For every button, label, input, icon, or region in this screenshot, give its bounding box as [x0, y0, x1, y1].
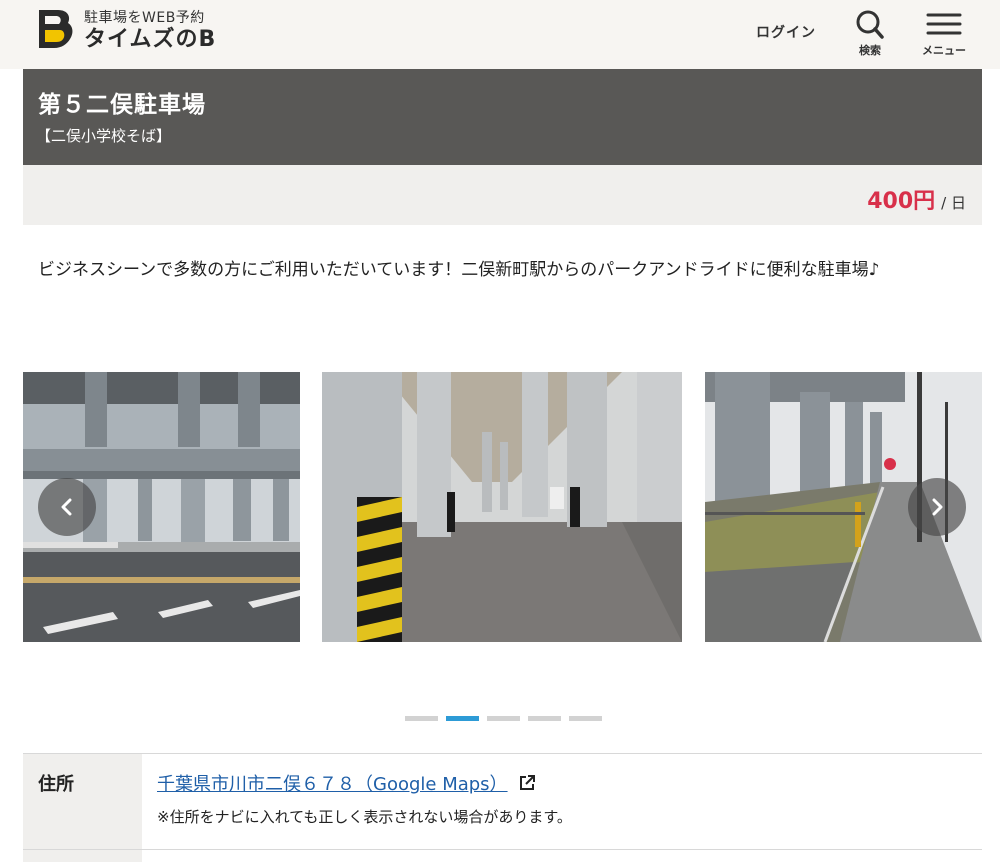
site-header: 駐車場をWEB予約 タイムズのB ログイン 検索 メニュー [0, 0, 1000, 69]
parking-photo-2 [322, 372, 682, 642]
address-map-link[interactable]: 千葉県市川市二俣６７８（Google Maps） [157, 770, 536, 796]
menu-label: メニュー [922, 44, 966, 57]
address-link-text: 千葉県市川市二俣６７８（Google Maps） [157, 774, 508, 795]
chevron-left-icon [61, 498, 72, 516]
search-label: 検索 [859, 44, 881, 57]
parking-title-band: 第５二俣駐車場 【二俣小学校そば】 [23, 69, 982, 165]
menu-button[interactable]: メニュー [914, 8, 974, 62]
next-row-value [142, 850, 982, 862]
price: 400円 / 日 [867, 183, 966, 215]
search-icon [856, 10, 884, 39]
address-note: ※住所をナビに入れても正しく表示されない場合があります。 [157, 808, 572, 826]
login-link[interactable]: ログイン [756, 22, 816, 42]
carousel-dot-1[interactable] [405, 716, 438, 721]
logo-tagline: 駐車場をWEB予約 [84, 10, 205, 26]
carousel-dot-2[interactable] [446, 716, 479, 721]
search-button[interactable]: 検索 [840, 8, 900, 62]
parking-name: 第５二俣駐車場 [38, 92, 206, 118]
hamburger-menu-icon [926, 13, 962, 35]
info-row-next [23, 850, 982, 862]
address-label: 住所 [23, 754, 142, 849]
carousel-dot-3[interactable] [487, 716, 520, 721]
info-row-address: 住所 千葉県市川市二俣６７８（Google Maps） ※住所をナビに入れても正… [23, 754, 982, 850]
photo-carousel[interactable] [0, 372, 1000, 642]
price-band: 400円 / 日 [23, 165, 982, 225]
carousel-next-button[interactable] [908, 478, 966, 536]
parking-description: ビジネスシーンで多数の方にご利用いただいています！二俣新町駅からのパークアンドラ… [38, 260, 880, 280]
price-unit: / 日 [941, 194, 966, 212]
carousel-prev-button[interactable] [38, 478, 96, 536]
chevron-right-icon [932, 498, 943, 516]
parking-info-table: 住所 千葉県市川市二俣６７８（Google Maps） ※住所をナビに入れても正… [23, 753, 982, 862]
address-value: 千葉県市川市二俣６７８（Google Maps） ※住所をナビに入れても正しく表… [142, 754, 982, 849]
carousel-dot-5[interactable] [569, 716, 602, 721]
next-row-label [23, 850, 142, 862]
logo-b-icon [39, 10, 73, 48]
carousel-dot-4[interactable] [528, 716, 561, 721]
price-value: 400円 [867, 189, 936, 214]
logo-brand-name: タイムズのB [84, 27, 217, 52]
carousel-pagination [405, 716, 610, 721]
external-link-icon [519, 775, 535, 790]
site-logo[interactable]: 駐車場をWEB予約 タイムズのB [36, 8, 216, 54]
parking-subtitle: 【二俣小学校そば】 [36, 127, 172, 145]
